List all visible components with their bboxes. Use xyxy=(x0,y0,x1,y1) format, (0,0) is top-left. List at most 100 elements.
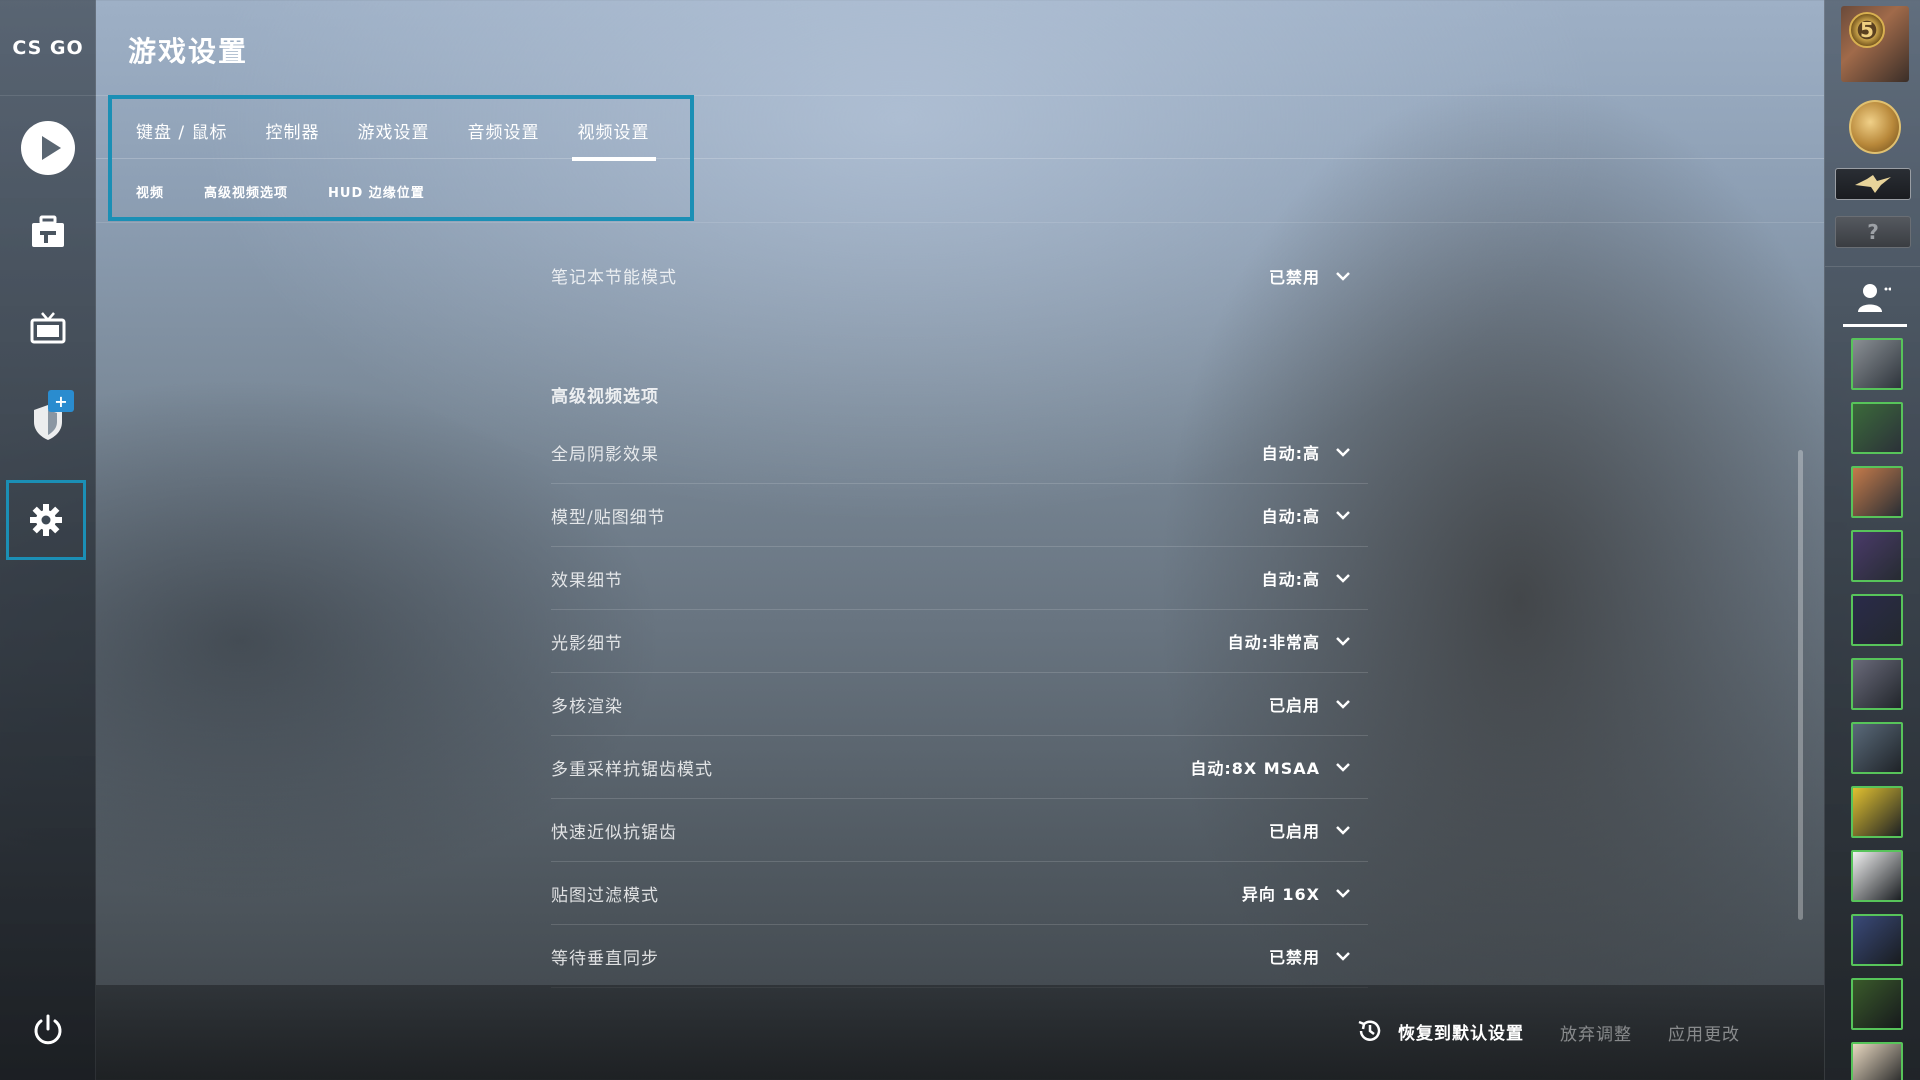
content-divider xyxy=(96,222,1824,223)
friend-avatar[interactable] xyxy=(1851,466,1903,518)
setting-dropdown[interactable]: 已启用 xyxy=(1269,692,1368,716)
setting-label: 光影细节 xyxy=(551,633,623,654)
setting-value: 已启用 xyxy=(1268,822,1320,841)
friend-avatar[interactable] xyxy=(1851,786,1903,838)
chevron-down-icon xyxy=(1336,763,1350,772)
setting-row[interactable]: 多重采样抗锯齿模式 自动:8X MSAA xyxy=(551,736,1368,799)
bottom-bar: 恢复到默认设置 放弃调整 应用更改 xyxy=(96,985,1824,1080)
tab-keyboard-mouse[interactable]: 键盘 / 鼠标 xyxy=(136,99,228,161)
setting-dropdown[interactable]: 异向 16X xyxy=(1242,881,1368,905)
tab-video-settings[interactable]: 视频设置 xyxy=(571,99,656,161)
subtab-video[interactable]: 视频 xyxy=(136,182,164,201)
setting-row[interactable]: 模型/贴图细节 自动:高 xyxy=(551,484,1368,547)
setting-label: 等待垂直同步 xyxy=(551,948,659,969)
setting-label: 多重采样抗锯齿模式 xyxy=(551,759,713,780)
setting-value: 已启用 xyxy=(1268,696,1320,715)
friend-avatar[interactable] xyxy=(1851,978,1903,1030)
setting-value: 已禁用 xyxy=(1268,948,1320,967)
setting-label: 快速近似抗锯齿 xyxy=(551,822,677,843)
friends-tab[interactable] xyxy=(1855,280,1892,318)
competitive-rank-badge[interactable] xyxy=(1835,168,1911,200)
friend-avatar[interactable] xyxy=(1851,850,1903,902)
scrollbar[interactable] xyxy=(1798,450,1803,920)
setting-value: 已禁用 xyxy=(1268,267,1320,287)
setting-label: 笔记本节能模式 xyxy=(551,268,677,288)
setting-dropdown[interactable]: 已禁用 xyxy=(1269,264,1368,288)
friend-avatar[interactable] xyxy=(1851,722,1903,774)
power-icon xyxy=(34,1014,62,1045)
player-avatar[interactable]: 5 xyxy=(1841,6,1909,82)
briefcase-icon xyxy=(32,215,64,247)
setting-dropdown[interactable]: 已禁用 xyxy=(1269,944,1368,968)
service-medal-icon[interactable] xyxy=(1849,100,1901,154)
tabs-panel: 键盘 / 鼠标 控制器 游戏设置 音频设置 视频设置 视频 高级视频选项 HUD… xyxy=(108,95,694,221)
friend-avatar[interactable] xyxy=(1851,658,1903,710)
eagle-icon xyxy=(1855,175,1891,193)
header: 游戏设置 xyxy=(96,0,1824,96)
setting-value: 异向 16X xyxy=(1241,885,1320,904)
settings-button[interactable] xyxy=(6,480,86,560)
main-tabs: 键盘 / 鼠标 控制器 游戏设置 音频设置 视频设置 xyxy=(112,99,690,161)
friend-avatar[interactable] xyxy=(1851,530,1903,582)
setting-row[interactable]: 等待垂直同步 已禁用 xyxy=(551,925,1368,988)
settings-list: 笔记本节能模式 已禁用 高级视频选项 全局阴影效果 自动:高 模型/贴图细节 自动:高… xyxy=(551,244,1368,988)
setting-dropdown[interactable]: 自动:高 xyxy=(1262,440,1368,464)
setting-row[interactable]: 光影细节 自动:非常高 xyxy=(551,610,1368,673)
chevron-down-icon xyxy=(1336,637,1350,646)
page-title: 游戏设置 xyxy=(128,35,249,68)
setting-dropdown[interactable]: 自动:8X MSAA xyxy=(1190,755,1368,779)
setting-value: 自动:高 xyxy=(1261,444,1320,463)
chevron-down-icon xyxy=(1336,826,1350,835)
restore-defaults-button[interactable]: 恢复到默认设置 xyxy=(1356,1017,1524,1045)
setting-row[interactable]: 快速近似抗锯齿 已启用 xyxy=(551,799,1368,862)
tab-audio-settings[interactable]: 音频设置 xyxy=(468,99,540,161)
play-button[interactable] xyxy=(8,108,88,188)
friend-avatar[interactable] xyxy=(1851,594,1903,646)
watch-button[interactable] xyxy=(8,288,88,368)
apply-button[interactable]: 应用更改 xyxy=(1668,1020,1740,1045)
wingman-rank-badge[interactable]: ? xyxy=(1835,216,1911,248)
profile-rank-badge: 5 xyxy=(1849,12,1885,48)
power-button[interactable] xyxy=(8,990,88,1070)
inventory-button[interactable] xyxy=(8,192,88,272)
chevron-down-icon xyxy=(1336,700,1350,709)
setting-row[interactable]: 多核渲染 已启用 xyxy=(551,673,1368,736)
setting-label: 效果细节 xyxy=(551,570,623,591)
subtab-advanced-video[interactable]: 高级视频选项 xyxy=(204,182,288,201)
friend-avatar[interactable] xyxy=(1851,914,1903,966)
setting-dropdown[interactable]: 自动:非常高 xyxy=(1228,629,1368,653)
history-icon xyxy=(1358,1020,1381,1041)
right-sidebar: 5 ? xyxy=(1824,0,1920,1080)
setting-dropdown[interactable]: 已启用 xyxy=(1269,818,1368,842)
setting-dropdown[interactable]: 自动:高 xyxy=(1262,566,1368,590)
setting-row[interactable]: 贴图过滤模式 异向 16X xyxy=(551,862,1368,925)
tab-game-settings[interactable]: 游戏设置 xyxy=(358,99,430,161)
subtab-hud-edge[interactable]: HUD 边缘位置 xyxy=(328,182,425,201)
setting-label: 贴图过滤模式 xyxy=(551,885,659,906)
csgo-logo: CS GO xyxy=(0,0,96,96)
operation-button[interactable]: + xyxy=(8,382,88,462)
friend-avatar[interactable] xyxy=(1851,338,1903,390)
play-icon xyxy=(21,121,75,175)
setting-row-laptop-power[interactable]: 笔记本节能模式 已禁用 xyxy=(551,244,1368,307)
sub-tabs: 视频 高级视频选项 HUD 边缘位置 xyxy=(112,163,690,219)
setting-value: 自动:高 xyxy=(1261,570,1320,589)
tab-controller[interactable]: 控制器 xyxy=(266,99,320,161)
person-icon xyxy=(1858,284,1892,312)
setting-label: 多核渲染 xyxy=(551,696,623,717)
setting-row[interactable]: 效果细节 自动:高 xyxy=(551,547,1368,610)
chevron-down-icon xyxy=(1336,448,1350,457)
friend-avatar[interactable] xyxy=(1851,402,1903,454)
chevron-down-icon xyxy=(1336,952,1350,961)
new-badge: + xyxy=(48,390,74,412)
advanced-settings-rows: 全局阴影效果 自动:高 模型/贴图细节 自动:高 效果细节 自动:高 光影细节 自动:非常高多… xyxy=(551,421,1368,988)
setting-label: 模型/贴图细节 xyxy=(551,507,666,528)
restore-defaults-label: 恢复到默认设置 xyxy=(1398,1023,1524,1044)
setting-row[interactable]: 全局阴影效果 自动:高 xyxy=(551,421,1368,484)
setting-dropdown[interactable]: 自动:高 xyxy=(1262,503,1368,527)
discard-button[interactable]: 放弃调整 xyxy=(1560,1020,1632,1045)
gear-icon xyxy=(30,504,62,536)
tv-icon xyxy=(30,312,66,344)
friend-avatar[interactable] xyxy=(1851,1042,1903,1080)
friends-tab-indicator xyxy=(1843,324,1907,327)
